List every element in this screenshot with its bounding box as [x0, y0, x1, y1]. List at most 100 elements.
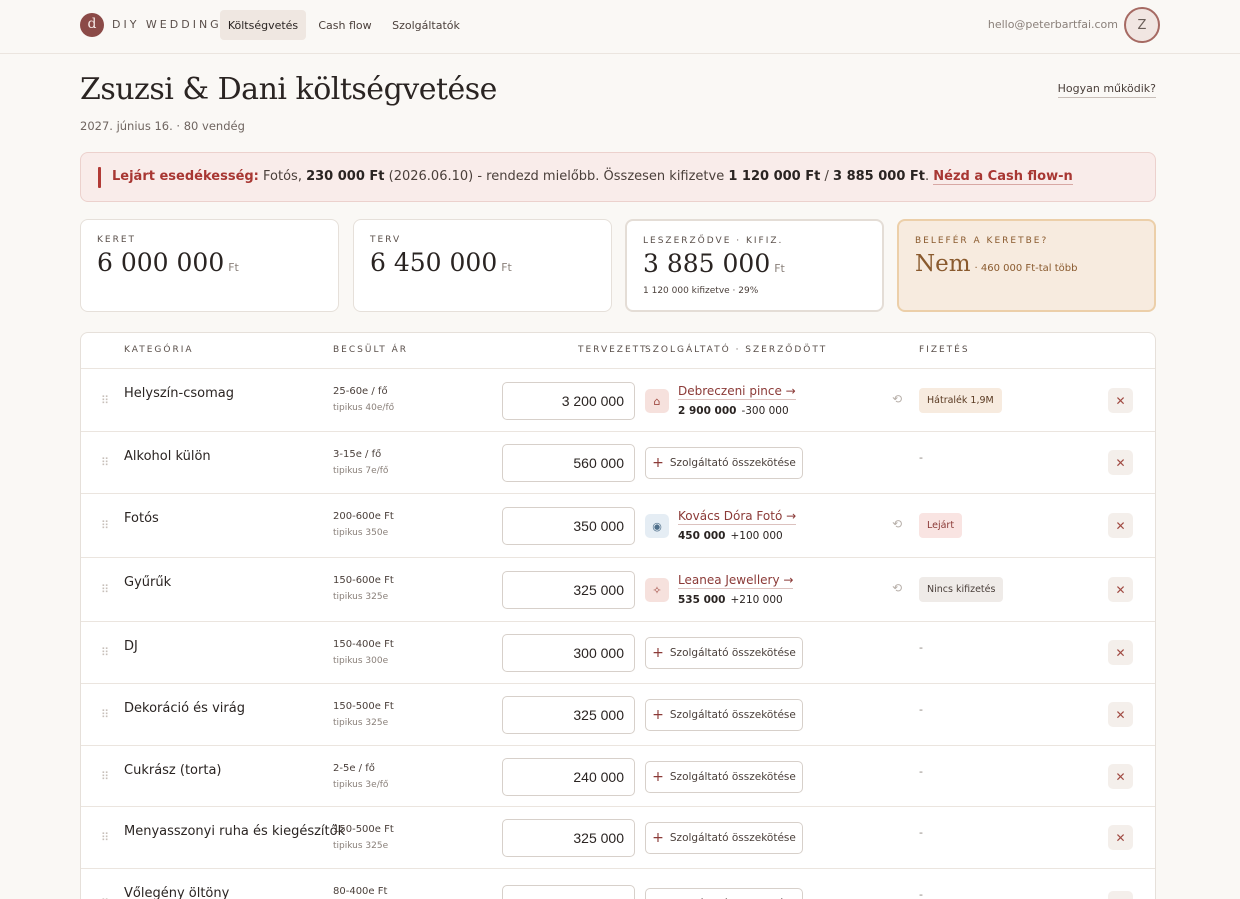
delete-row-button[interactable]: ✕	[1108, 388, 1133, 413]
delete-row-button[interactable]: ✕	[1108, 450, 1133, 475]
connect-vendor-button[interactable]: +Szolgáltató összekötése	[645, 822, 803, 854]
planned-amount-input[interactable]: 3 200 000	[502, 382, 635, 420]
estimate-typical: tipikus 7e/fő	[333, 466, 389, 476]
col-szolgaltato: SZOLGÁLTATÓ · SZERZŐDÖTT	[645, 345, 828, 355]
payment-status-empty: -	[919, 703, 923, 716]
estimate-range: 200-600e Ft	[333, 511, 394, 522]
category-name[interactable]: Cukrász (torta)	[124, 763, 222, 778]
vendor-link[interactable]: Debreczeni pince →	[678, 384, 796, 400]
delete-row-button[interactable]: ✕	[1108, 764, 1133, 789]
planned-amount-input[interactable]: 325 000	[502, 696, 635, 734]
tab-szolgaltatok[interactable]: Szolgáltatók	[386, 10, 466, 40]
connect-vendor-button[interactable]: +Szolgáltató összekötése	[645, 447, 803, 479]
close-icon: ✕	[1115, 518, 1126, 533]
estimate-range: 3-15e / fő	[333, 449, 382, 460]
planned-amount-input[interactable]: 200 000	[502, 885, 635, 899]
delete-row-button[interactable]: ✕	[1108, 513, 1133, 538]
page-title: Zsuzsi & Dani költségvetése	[80, 72, 497, 107]
category-name[interactable]: Helyszín-csomag	[124, 386, 234, 401]
vendor-link[interactable]: Kovács Dóra Fotó →	[678, 509, 797, 525]
unlink-icon[interactable]: ⟲	[892, 517, 902, 531]
col-fizetes: FIZETÉS	[919, 345, 970, 355]
card-label: KERET	[97, 235, 137, 245]
card-amount: 6 000 000	[97, 248, 225, 277]
tab-cash-flow[interactable]: Cash flow	[312, 10, 378, 40]
drag-handle-icon[interactable]: ⠿	[101, 456, 109, 469]
sparkle-icon: ✧	[645, 578, 669, 602]
delete-row-button[interactable]: ✕	[1108, 702, 1133, 727]
delete-row-button[interactable]: ✕	[1108, 577, 1133, 602]
budget-table: KATEGÓRIA BECSÜLT ÁR TERVEZETT SZOLGÁLTA…	[80, 332, 1156, 899]
estimate-typical: tipikus 325e	[333, 592, 389, 602]
contract-amount: 450 000	[678, 530, 726, 542]
drag-handle-icon[interactable]: ⠿	[101, 519, 109, 532]
col-tervezett: TERVEZETT	[578, 345, 648, 355]
table-row: ⠿ Cukrász (torta) 2-5e / fő tipikus 3e/fő 24…	[81, 746, 1155, 807]
planned-amount-input[interactable]: 240 000	[502, 758, 635, 796]
connect-vendor-button[interactable]: +Szolgáltató összekötése	[645, 761, 803, 793]
category-name[interactable]: DJ	[124, 639, 138, 654]
delete-row-button[interactable]: ✕	[1108, 640, 1133, 665]
category-name[interactable]: Menyasszonyi ruha és kiegészítők	[124, 824, 345, 839]
drag-handle-icon[interactable]: ⠿	[101, 831, 109, 844]
connect-vendor-button[interactable]: +Szolgáltató összekötése	[645, 888, 803, 899]
category-name[interactable]: Gyűrűk	[124, 575, 171, 590]
cash-flow-link[interactable]: Nézd a Cash flow-n	[933, 169, 1073, 185]
payment-status-empty: -	[919, 641, 923, 654]
logo-mark[interactable]: d	[80, 13, 104, 37]
connect-vendor-button[interactable]: +Szolgáltató összekötése	[645, 699, 803, 731]
planned-amount-input[interactable]: 325 000	[502, 819, 635, 857]
estimate-typical: tipikus 40e/fő	[333, 403, 395, 413]
card-subtext: 1 120 000 kifizetve · 29%	[643, 286, 759, 296]
planned-amount-input[interactable]: 560 000	[502, 444, 635, 482]
alert-total: 3 885 000 Ft	[833, 169, 926, 184]
unlink-icon[interactable]: ⟲	[892, 581, 902, 595]
card-value: Nem · 460 000 Ft-tal több	[915, 251, 1077, 277]
drag-handle-icon[interactable]: ⠿	[101, 646, 109, 659]
estimate-range: 150-600e Ft	[333, 575, 394, 586]
logo-text[interactable]: DIY WEDDING	[112, 18, 222, 31]
category-name[interactable]: Alkohol külön	[124, 449, 211, 464]
delete-row-button[interactable]: ✕	[1108, 891, 1133, 899]
estimate-typical: tipikus 3e/fő	[333, 780, 389, 790]
avatar[interactable]: Z	[1124, 7, 1160, 43]
table-header: KATEGÓRIA BECSÜLT ÁR TERVEZETT SZOLGÁLTA…	[81, 333, 1155, 369]
category-name[interactable]: Dekoráció és virág	[124, 701, 245, 716]
overage-note: · 460 000 Ft-tal több	[974, 263, 1078, 274]
drag-handle-icon[interactable]: ⠿	[101, 708, 109, 721]
vendor-contract-amount: 535 000 +210 000	[678, 594, 783, 606]
top-navbar: d DIY WEDDING Költségvetés Cash flow Szo…	[0, 0, 1240, 54]
card-amount: 3 885 000	[643, 249, 771, 278]
drag-handle-icon[interactable]: ⠿	[101, 770, 109, 783]
estimate-range: 2-5e / fő	[333, 763, 375, 774]
category-name[interactable]: Vőlegény öltöny	[124, 886, 229, 899]
connect-vendor-label: Szolgáltató összekötése	[669, 457, 796, 469]
table-row: ⠿ Helyszín-csomag 25-60e / fő tipikus 40e/f…	[81, 369, 1155, 432]
planned-amount-input[interactable]: 350 000	[502, 507, 635, 545]
payment-status-badge[interactable]: Lejárt	[919, 513, 963, 538]
estimate-typical: tipikus 350e	[333, 528, 389, 538]
planned-amount-input[interactable]: 325 000	[502, 571, 635, 609]
drag-handle-icon[interactable]: ⠿	[101, 583, 109, 596]
tab-koltsegvetes[interactable]: Költségvetés	[220, 10, 306, 40]
vendor-contract-amount: 2 900 000 -300 000	[678, 405, 789, 417]
payment-status-badge[interactable]: Nincs kifizetés	[919, 577, 1004, 602]
payment-status-badge[interactable]: Hátralék 1,9M	[919, 388, 1002, 413]
plus-icon: +	[652, 645, 664, 661]
camera-icon: ◉	[645, 514, 669, 538]
vendor-link[interactable]: Leanea Jewellery →	[678, 573, 794, 589]
how-it-works-link[interactable]: Hogyan működik?	[1057, 82, 1156, 98]
contract-diff: +210 000	[730, 594, 783, 606]
planned-amount-input[interactable]: 300 000	[502, 634, 635, 672]
connect-vendor-label: Szolgáltató összekötése	[669, 771, 796, 783]
delete-row-button[interactable]: ✕	[1108, 825, 1133, 850]
drag-handle-icon[interactable]: ⠿	[101, 394, 109, 407]
alert-text-part: (2026.06.10) - rendezd mielőbb. Összesen…	[384, 169, 729, 184]
estimate-range: 150-400e Ft	[333, 639, 394, 650]
estimate-typical: tipikus 300e	[333, 656, 389, 666]
connect-vendor-button[interactable]: +Szolgáltató összekötése	[645, 637, 803, 669]
alert-paid: 1 120 000 Ft	[728, 169, 821, 184]
unlink-icon[interactable]: ⟲	[892, 392, 902, 406]
contract-amount: 535 000	[678, 594, 726, 606]
category-name[interactable]: Fotós	[124, 511, 159, 526]
